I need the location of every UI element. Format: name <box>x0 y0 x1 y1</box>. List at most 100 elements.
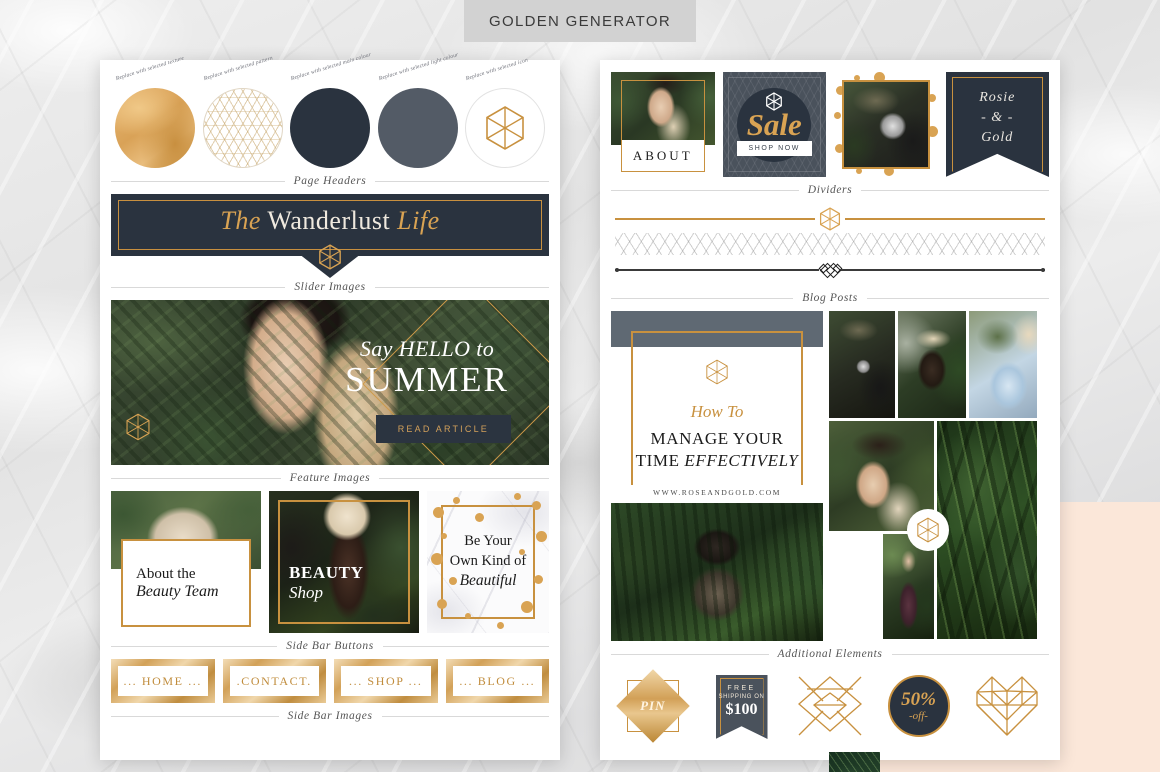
divider-line <box>111 477 281 479</box>
sidebar-button-label: ... BLOG ... <box>459 673 536 688</box>
main-colour-swatch-circle[interactable] <box>290 88 370 168</box>
pin-badge[interactable]: PIN <box>613 667 693 745</box>
collage-photo-watch[interactable] <box>829 311 895 418</box>
hexagon-emblem-icon <box>319 244 341 270</box>
page-header-sample[interactable]: The Wanderlust Life <box>111 194 549 278</box>
pattern-swatch[interactable]: Replace with selected pattern <box>202 55 283 168</box>
free-shipping-amount: $100 <box>725 701 758 718</box>
geometric-diamond-ornament[interactable] <box>790 667 870 745</box>
section-side-bar-buttons: Side Bar Buttons <box>111 640 550 652</box>
hexagon-emblem-icon <box>917 517 939 543</box>
sidebar-button-shop[interactable]: ... SHOP ... <box>334 659 438 703</box>
divider-dark-diamonds[interactable] <box>615 259 1045 281</box>
feature-card-line1: About the <box>136 565 196 582</box>
divider-chevron-pattern[interactable] <box>615 233 1045 255</box>
section-label: Blog Posts <box>802 292 858 304</box>
pin-badge-label: PIN <box>640 697 666 713</box>
divider-line <box>374 286 550 288</box>
blog-bottom-photo[interactable] <box>611 503 823 641</box>
sidebar-button-label: ... SHOP ... <box>349 673 423 688</box>
rosie-and-gold-ribbon[interactable]: Rosie - & - Gold <box>945 72 1050 177</box>
feature-card-about-beauty-team[interactable]: About the Beauty Team <box>111 491 261 633</box>
diamond-cluster-icon <box>818 262 842 278</box>
geometric-diamond-icon <box>798 676 862 736</box>
texture-swatch[interactable]: Replace with selected texture <box>115 56 195 168</box>
free-shipping-ribbon[interactable]: FREE SHIPPING ON $100 <box>702 667 782 745</box>
divider-gold-hexagon[interactable] <box>615 207 1045 231</box>
blog-post-samples: How To MANAGE YOUR TIME EFFECTIVELY WWW.… <box>611 311 1049 772</box>
photo-collage-grid <box>829 311 1049 772</box>
divider-line <box>111 715 279 717</box>
blog-card-url: WWW.ROSEANDGOLD.COM <box>652 488 782 497</box>
main-colour-swatch[interactable]: Replace with selected main colour <box>290 52 372 168</box>
collage-photo-greenhouse[interactable] <box>898 311 966 418</box>
collage-photo-leaves[interactable] <box>937 421 1037 639</box>
geometric-heart-ornament[interactable] <box>967 667 1047 745</box>
section-additional-elements: Additional Elements <box>611 648 1050 660</box>
fifty-percent-off-badge[interactable]: 50% -off- <box>879 667 959 745</box>
ribbon-line3: Gold <box>981 129 1014 145</box>
collage-hexagon-badge[interactable] <box>907 509 949 551</box>
divider-line <box>111 286 286 288</box>
blog-card-content: How To MANAGE YOUR TIME EFFECTIVELY WWW.… <box>611 359 823 497</box>
section-slider-images: Slider Images <box>111 281 550 293</box>
icon-swatch[interactable]: Replace with selected icon <box>465 57 545 168</box>
ribbon-text: Rosie - & - Gold <box>946 88 1050 148</box>
light-colour-swatch[interactable]: Replace with selected light colour <box>377 52 459 168</box>
hexagon-emblem-icon <box>126 413 150 441</box>
section-label: Side Bar Buttons <box>286 640 374 652</box>
sidebar-button-label: ... HOME ... <box>123 673 203 688</box>
dotted-photo-frame <box>842 80 930 169</box>
free-shipping-line1: FREE <box>727 685 756 692</box>
feature-card-caption: Be Your Own Kind of Beautiful <box>427 491 549 633</box>
divider-dark-line <box>841 268 1045 272</box>
section-label: Page Headers <box>293 175 367 187</box>
free-shipping-line2: SHIPPING ON <box>718 694 765 700</box>
section-label: Side Bar Images <box>287 710 373 722</box>
sidebar-button-row: ... HOME ... .CONTACT. ... SHOP ... ... … <box>111 659 549 703</box>
blog-post-card[interactable]: How To MANAGE YOUR TIME EFFECTIVELY WWW.… <box>611 311 823 497</box>
sidebar-button-home[interactable]: ... HOME ... <box>111 659 215 703</box>
feature-card-gold-frame <box>278 500 410 624</box>
gold-dot <box>834 112 841 119</box>
pattern-swatch-circle[interactable] <box>202 88 283 168</box>
collage-photo-fern[interactable] <box>829 752 880 772</box>
texture-swatch-circle[interactable] <box>115 88 195 168</box>
feature-card-be-your-own-kind[interactable]: Be Your Own Kind of Beautiful <box>427 491 549 633</box>
section-feature-images: Feature Images <box>111 472 549 484</box>
divider-line <box>611 653 769 655</box>
sale-card-background: Sale SHOP NOW <box>722 72 826 177</box>
sidebar-button-contact[interactable]: .CONTACT. <box>222 659 326 703</box>
divider-line <box>382 645 550 647</box>
about-card[interactable]: ABOUT <box>611 72 715 177</box>
blog-left-column: How To MANAGE YOUR TIME EFFECTIVELY WWW.… <box>611 311 823 641</box>
blog-card-title-line2b: EFFECTIVELY <box>684 451 799 471</box>
divider-gold-line <box>845 218 1045 220</box>
side-bar-image-row: ABOUT Sale SHOP NOW Rosie - & - Gold <box>611 72 1049 177</box>
geometric-heart-icon <box>976 676 1038 736</box>
sale-card[interactable]: Sale SHOP NOW <box>722 72 826 177</box>
read-article-button[interactable]: READ ARTICLE <box>375 415 511 443</box>
collage-photo-blue-dress[interactable] <box>969 311 1037 418</box>
feature-card-caption: BEAUTY Shop <box>289 563 363 603</box>
dotted-photo-image <box>842 80 930 169</box>
section-dividers: Dividers <box>611 184 1049 196</box>
dotted-photo-card[interactable] <box>834 72 938 177</box>
sale-card-headline: Sale <box>746 106 802 142</box>
divider-line <box>111 180 285 182</box>
sidebar-button-blog[interactable]: ... BLOG ... <box>445 659 549 703</box>
additional-elements-row: PIN FREE SHIPPING ON $100 50% -off- <box>611 667 1049 745</box>
section-page-headers: Page Headers <box>111 175 550 187</box>
light-colour-swatch-circle[interactable] <box>377 88 458 168</box>
slider-image-sample[interactable]: Say HELLO to SUMMER READ ARTICLE <box>111 300 549 465</box>
page-header-word1: The <box>220 206 261 235</box>
slider-headline-line1: Say HELLO to <box>359 336 495 361</box>
icon-swatch-circle[interactable] <box>465 88 545 168</box>
feature-image-row: About the Beauty Team BEAUTY Shop Be You… <box>111 491 549 633</box>
off-badge-number: 50% <box>901 689 936 710</box>
page-title-banner: GOLDEN GENERATOR <box>464 0 696 42</box>
ribbon-shape: Rosie - & - Gold <box>945 72 1050 177</box>
section-side-bar-images: Side Bar Images <box>111 710 550 722</box>
feature-card-beauty-shop[interactable]: BEAUTY Shop <box>269 491 419 633</box>
shop-now-button[interactable]: SHOP NOW <box>736 141 812 156</box>
